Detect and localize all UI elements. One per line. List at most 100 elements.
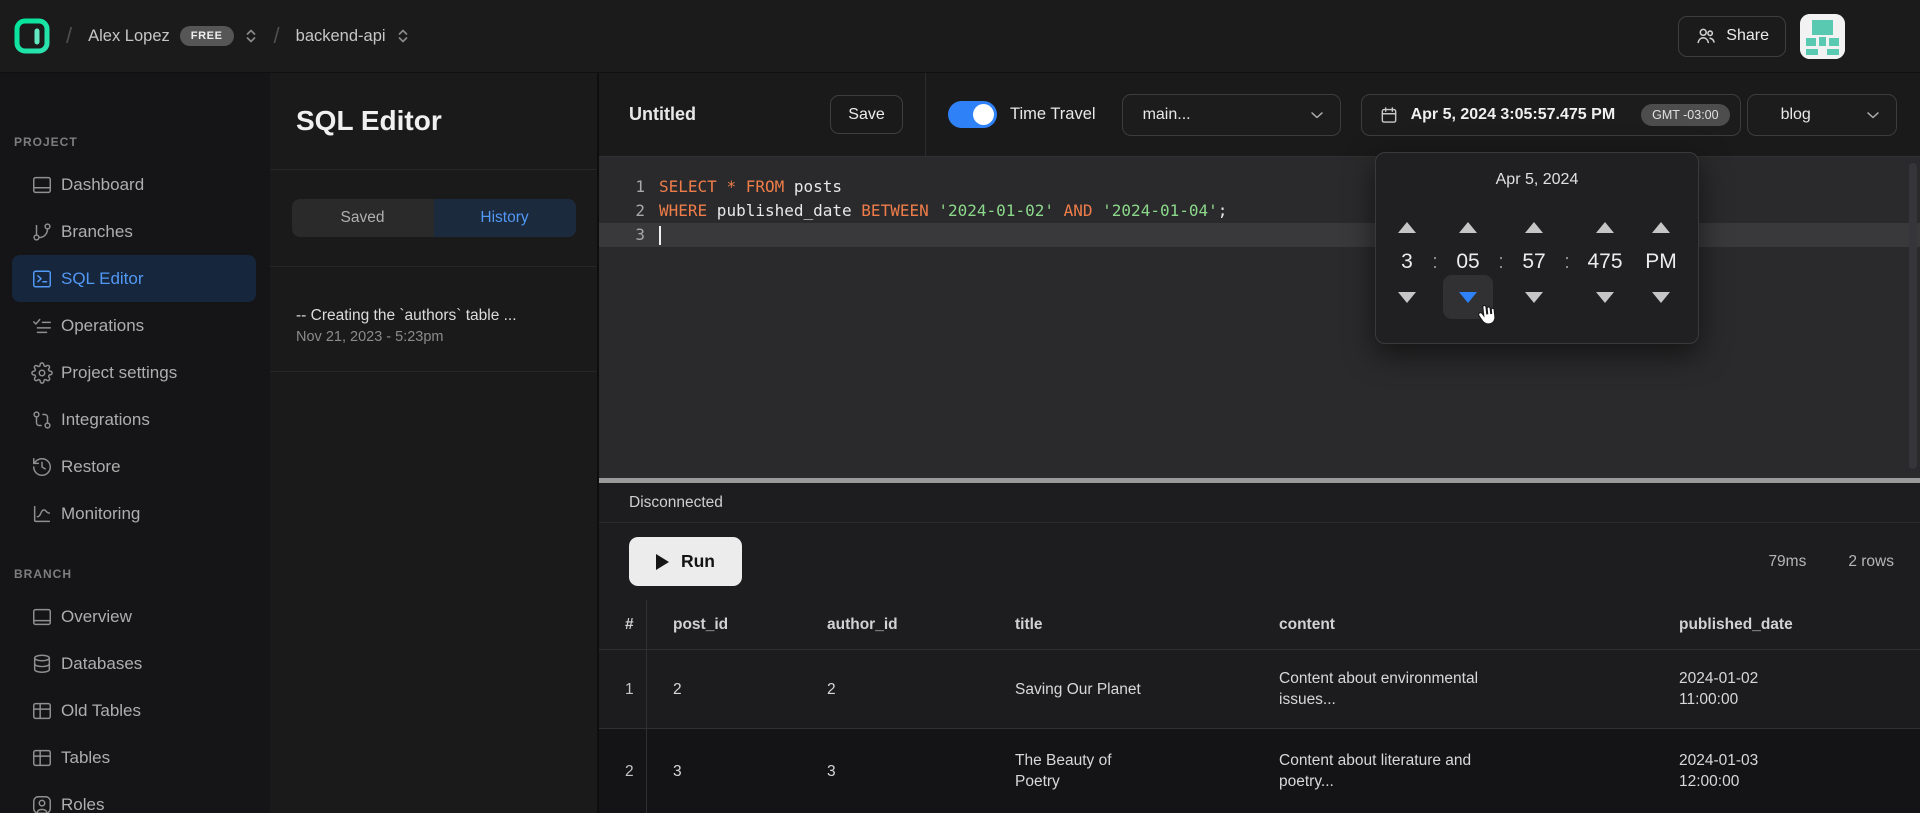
table-row[interactable]: 2 3 3 The Beauty of Poetry Content about… (599, 728, 1920, 813)
hour-up-button[interactable] (1384, 215, 1430, 239)
sidebar-item-sql-editor[interactable]: SQL Editor (12, 255, 256, 302)
section-label-project: PROJECT (14, 135, 270, 149)
sidebar-item-restore[interactable]: Restore (12, 443, 256, 490)
sidebar-item-branches[interactable]: Branches (12, 208, 256, 255)
run-bar: Run 79ms 2 rows (599, 523, 1920, 600)
second-up-button[interactable] (1511, 215, 1557, 239)
chevron-down-icon (1863, 105, 1883, 125)
sidebar-item-project-settings[interactable]: Project settings (12, 349, 256, 396)
database-select[interactable]: blog (1747, 94, 1897, 136)
sidebar-item-operations[interactable]: Operations (12, 302, 256, 349)
triangle-up-icon (1596, 222, 1614, 233)
sidebar-item-dashboard[interactable]: Dashboard (12, 161, 256, 208)
time-travel-toggle[interactable] (948, 101, 997, 128)
results-header-row: # post_id author_id title content publis… (599, 600, 1920, 650)
minute-value: 05 (1456, 245, 1479, 279)
connection-status: Disconnected (629, 494, 723, 512)
meridiem-value: PM (1645, 245, 1677, 279)
topbar: / Alex Lopez FREE / backend-api Share (0, 0, 1920, 73)
triangle-up-icon (1525, 222, 1543, 233)
history-item-query: -- Creating the `authors` table ... (296, 307, 571, 325)
editor-header: Untitled Save Time Travel main... Apr 5,… (599, 73, 1920, 157)
text-cursor (659, 226, 661, 245)
triangle-down-icon (1525, 292, 1543, 303)
editor-tab-title: Untitled (629, 104, 696, 125)
meridiem-up-button[interactable] (1638, 215, 1684, 239)
sidebar-item-monitoring[interactable]: Monitoring (12, 490, 256, 537)
sql-code-editor[interactable]: 1 SELECT * FROM posts 2 WHERE published_… (599, 157, 1920, 478)
minute-up-button[interactable] (1445, 215, 1491, 239)
project-menu[interactable]: backend-api (296, 27, 410, 46)
run-button[interactable]: Run (629, 537, 742, 586)
share-button[interactable]: Share (1678, 16, 1786, 57)
history-item-date: Nov 21, 2023 - 5:23pm (296, 329, 571, 345)
section-label-branch: BRANCH (14, 567, 270, 581)
table-row[interactable]: 1 2 2 Saving Our Planet Content about en… (599, 650, 1920, 728)
table-icon (31, 747, 53, 769)
save-button[interactable]: Save (830, 95, 903, 134)
git-branch-icon (31, 221, 53, 243)
triangle-up-icon (1459, 222, 1477, 233)
column-header: title (989, 600, 1253, 649)
query-duration: 79ms (1768, 553, 1806, 571)
popup-date-label: Apr 5, 2024 (1376, 171, 1698, 189)
sidebar: PROJECT Dashboard Branches SQL Editor Op… (0, 73, 270, 813)
calendar-icon (1379, 105, 1399, 125)
triangle-down-icon (1596, 292, 1614, 303)
users-icon (1695, 25, 1717, 47)
breadcrumb-separator: / (274, 23, 280, 49)
millisecond-down-button[interactable] (1582, 285, 1628, 309)
second-down-button[interactable] (1511, 285, 1557, 309)
user-name: Alex Lopez (88, 27, 170, 46)
column-header: published_date (1653, 600, 1920, 649)
breadcrumb-separator: / (66, 23, 72, 49)
tab-saved[interactable]: Saved (292, 199, 434, 237)
saved-history-tabs: Saved History (292, 199, 576, 237)
datetime-picker-button[interactable]: Apr 5, 2024 3:05:57.475 PM GMT -03:00 (1361, 94, 1741, 136)
user-menu[interactable]: Alex Lopez FREE (88, 26, 257, 46)
datetime-value: Apr 5, 2024 3:05:57.475 PM (1411, 106, 1616, 124)
terminal-icon (31, 268, 53, 290)
sidebar-item-databases[interactable]: Databases (12, 640, 256, 687)
sidebar-item-roles[interactable]: Roles (12, 781, 256, 813)
millisecond-up-button[interactable] (1582, 215, 1628, 239)
datetime-picker-popup: Apr 5, 2024 3 : 05 : 57 : 475 PM (1375, 152, 1699, 344)
code-line: 2 WHERE published_date BETWEEN '2024-01-… (599, 199, 1920, 223)
triangle-up-icon (1652, 222, 1670, 233)
window-icon (31, 606, 53, 628)
plan-badge: FREE (180, 26, 234, 46)
column-header: content (1253, 600, 1653, 649)
sidebar-item-integrations[interactable]: Integrations (12, 396, 256, 443)
triangle-down-icon (1398, 292, 1416, 303)
connection-status-bar: Disconnected (599, 483, 1920, 523)
meridiem-down-button[interactable] (1638, 285, 1684, 309)
gear-icon (31, 362, 53, 384)
neon-logo-icon[interactable] (14, 18, 50, 54)
hour-down-button[interactable] (1384, 285, 1430, 309)
tab-history[interactable]: History (434, 199, 576, 237)
row-count: 2 rows (1848, 553, 1894, 571)
avatar[interactable] (1800, 14, 1845, 59)
main-area: Untitled Save Time Travel main... Apr 5,… (598, 73, 1920, 813)
hour-value: 3 (1401, 245, 1413, 279)
git-compare-icon (31, 409, 53, 431)
chevron-down-icon (1307, 105, 1327, 125)
triangle-down-icon (1652, 292, 1670, 303)
second-value: 57 (1522, 245, 1545, 279)
sidebar-item-tables[interactable]: Tables (12, 734, 256, 781)
dashboard-icon (31, 174, 53, 196)
sidebar-item-old-tables[interactable]: Old Tables (12, 687, 256, 734)
sidebar-item-overview[interactable]: Overview (12, 593, 256, 640)
branch-select[interactable]: main... (1122, 94, 1341, 136)
page-title: SQL Editor (296, 105, 442, 137)
millisecond-value: 475 (1587, 245, 1622, 279)
history-clock-icon (31, 456, 53, 478)
chevron-updown-icon[interactable] (244, 28, 258, 44)
history-item[interactable]: -- Creating the `authors` table ... Nov … (270, 267, 597, 372)
project-name: backend-api (296, 27, 386, 46)
editor-scrollbar[interactable] (1909, 163, 1917, 469)
code-line: 1 SELECT * FROM posts (599, 175, 1920, 199)
sql-editor-panel: SQL Editor Saved History -- Creating the… (270, 73, 598, 813)
database-icon (31, 653, 53, 675)
chevron-updown-icon[interactable] (396, 28, 410, 44)
